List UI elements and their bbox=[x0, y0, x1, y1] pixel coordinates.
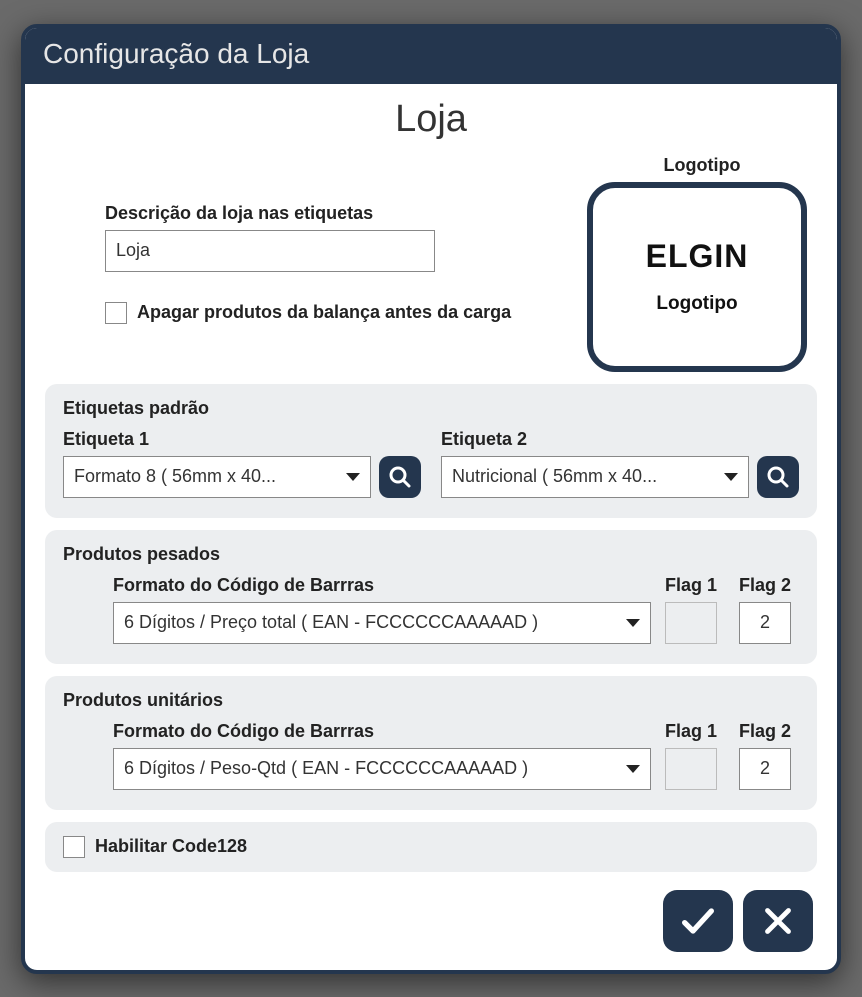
window-title: Configuração da Loja bbox=[25, 28, 837, 84]
pesados-format-value: 6 Dígitos / Preço total ( EAN - FCCCCCCA… bbox=[124, 612, 538, 633]
pesados-flag1-input bbox=[665, 602, 717, 644]
pesados-panel: Produtos pesados Formato do Código de Ba… bbox=[45, 530, 817, 664]
etiqueta1-select[interactable]: Formato 8 ( 56mm x 40... bbox=[63, 456, 371, 498]
etiqueta2-label: Etiqueta 2 bbox=[441, 429, 799, 450]
unitarios-flag2-input[interactable] bbox=[739, 748, 791, 790]
logo-title: Logotipo bbox=[587, 155, 817, 176]
etiqueta2-col: Etiqueta 2 Nutricional ( 56mm x 40... bbox=[441, 429, 799, 498]
chevron-down-icon bbox=[626, 619, 640, 627]
close-icon bbox=[760, 903, 796, 939]
unitarios-format-label: Formato do Código de Barrras bbox=[113, 721, 651, 742]
desc-input[interactable] bbox=[105, 230, 435, 272]
etiquetas-panel: Etiquetas padrão Etiqueta 1 Formato 8 ( … bbox=[45, 384, 817, 518]
cancel-button[interactable] bbox=[743, 890, 813, 952]
code128-checkbox[interactable] bbox=[63, 836, 85, 858]
clear-products-row[interactable]: Apagar produtos da balança antes da carg… bbox=[105, 302, 567, 324]
chevron-down-icon bbox=[626, 765, 640, 773]
logo-caption: Logotipo bbox=[656, 293, 737, 315]
etiqueta1-col: Etiqueta 1 Formato 8 ( 56mm x 40... bbox=[63, 429, 421, 498]
pesados-flag2-label: Flag 2 bbox=[739, 575, 799, 596]
unitarios-format-value: 6 Dígitos / Peso-Qtd ( EAN - FCCCCCCAAAA… bbox=[124, 758, 528, 779]
top-row: Descrição da loja nas etiquetas Apagar p… bbox=[45, 155, 817, 372]
desc-label: Descrição da loja nas etiquetas bbox=[105, 203, 567, 224]
etiqueta2-search-button[interactable] bbox=[757, 456, 799, 498]
chevron-down-icon bbox=[346, 473, 360, 481]
etiquetas-panel-title: Etiquetas padrão bbox=[63, 398, 799, 419]
code128-panel: Habilitar Code128 bbox=[45, 822, 817, 872]
unitarios-flag1-label: Flag 1 bbox=[665, 721, 725, 742]
search-icon bbox=[388, 465, 412, 489]
config-window: Configuração da Loja Loja Descrição da l… bbox=[21, 24, 841, 974]
pesados-format-label: Formato do Código de Barrras bbox=[113, 575, 651, 596]
content-area: Loja Descrição da loja nas etiquetas Apa… bbox=[25, 84, 837, 970]
dialog-footer bbox=[45, 884, 817, 952]
etiqueta1-label: Etiqueta 1 bbox=[63, 429, 421, 450]
unitarios-panel-title: Produtos unitários bbox=[63, 690, 799, 711]
pesados-flag2-input[interactable] bbox=[739, 602, 791, 644]
logo-column: Logotipo ELGIN Logotipo bbox=[587, 155, 817, 372]
clear-products-checkbox[interactable] bbox=[105, 302, 127, 324]
check-icon bbox=[678, 901, 718, 941]
etiqueta1-value: Formato 8 ( 56mm x 40... bbox=[74, 466, 276, 487]
chevron-down-icon bbox=[724, 473, 738, 481]
clear-products-label: Apagar produtos da balança antes da carg… bbox=[137, 302, 511, 323]
search-icon bbox=[766, 465, 790, 489]
code128-label: Habilitar Code128 bbox=[95, 836, 247, 857]
unitarios-flag1-input bbox=[665, 748, 717, 790]
etiqueta2-select[interactable]: Nutricional ( 56mm x 40... bbox=[441, 456, 749, 498]
logo-brand: ELGIN bbox=[646, 238, 749, 275]
pesados-panel-title: Produtos pesados bbox=[63, 544, 799, 565]
ok-button[interactable] bbox=[663, 890, 733, 952]
logo-box[interactable]: ELGIN Logotipo bbox=[587, 182, 807, 372]
etiqueta1-search-button[interactable] bbox=[379, 456, 421, 498]
pesados-format-select[interactable]: 6 Dígitos / Preço total ( EAN - FCCCCCCA… bbox=[113, 602, 651, 644]
unitarios-flag2-label: Flag 2 bbox=[739, 721, 799, 742]
description-column: Descrição da loja nas etiquetas Apagar p… bbox=[45, 155, 567, 324]
unitarios-panel: Produtos unitários Formato do Código de … bbox=[45, 676, 817, 810]
unitarios-format-select[interactable]: 6 Dígitos / Peso-Qtd ( EAN - FCCCCCCAAAA… bbox=[113, 748, 651, 790]
pesados-flag1-label: Flag 1 bbox=[665, 575, 725, 596]
etiqueta2-value: Nutricional ( 56mm x 40... bbox=[452, 466, 657, 487]
page-title: Loja bbox=[45, 98, 817, 141]
